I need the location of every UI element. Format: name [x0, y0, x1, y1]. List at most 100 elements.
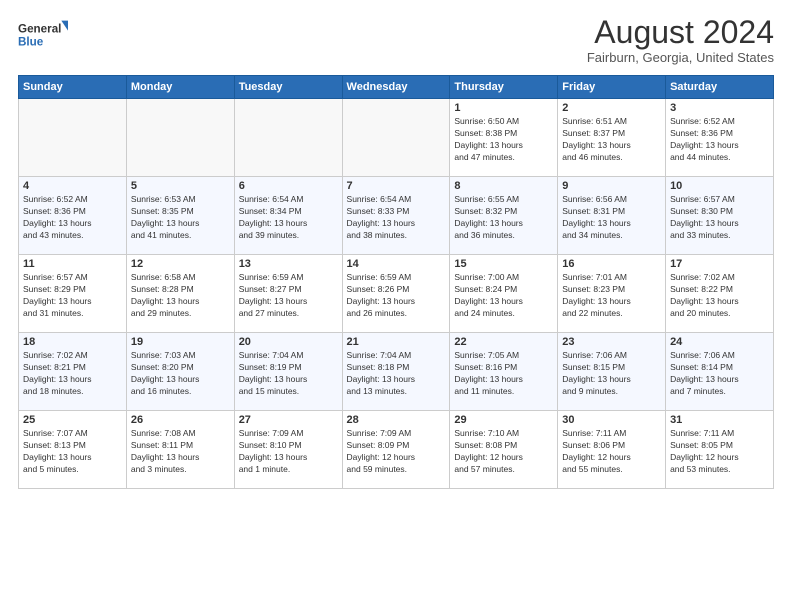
day-info: Sunrise: 7:07 AM Sunset: 8:13 PM Dayligh…: [23, 428, 122, 476]
day-number: 1: [454, 102, 553, 114]
table-row: 15Sunrise: 7:00 AM Sunset: 8:24 PM Dayli…: [450, 255, 558, 333]
table-row: 5Sunrise: 6:53 AM Sunset: 8:35 PM Daylig…: [126, 177, 234, 255]
day-info: Sunrise: 6:57 AM Sunset: 8:30 PM Dayligh…: [670, 194, 769, 242]
calendar-week-row: 1Sunrise: 6:50 AM Sunset: 8:38 PM Daylig…: [19, 99, 774, 177]
day-info: Sunrise: 6:54 AM Sunset: 8:34 PM Dayligh…: [239, 194, 338, 242]
day-info: Sunrise: 6:52 AM Sunset: 8:36 PM Dayligh…: [23, 194, 122, 242]
day-info: Sunrise: 7:06 AM Sunset: 8:14 PM Dayligh…: [670, 350, 769, 398]
day-number: 13: [239, 258, 338, 270]
day-info: Sunrise: 6:57 AM Sunset: 8:29 PM Dayligh…: [23, 272, 122, 320]
day-number: 8: [454, 180, 553, 192]
day-info: Sunrise: 7:01 AM Sunset: 8:23 PM Dayligh…: [562, 272, 661, 320]
table-row: 31 Sunrise: 7:11 AM Sunset: 8:05 PM Dayli…: [666, 411, 774, 489]
table-row: [234, 99, 342, 177]
calendar-header-row: Sunday Monday Tuesday Wednesday Thursday…: [19, 76, 774, 99]
table-row: [126, 99, 234, 177]
day-number: 2: [562, 102, 661, 114]
day-number: 14: [347, 258, 446, 270]
table-row: 3 Sunrise: 6:52 AM Sunset: 8:36 PM Daylig…: [666, 99, 774, 177]
table-row: 26 Sunrise: 7:08 AM Sunset: 8:11 PM Dayli…: [126, 411, 234, 489]
day-number: 17: [670, 258, 769, 270]
table-row: 24Sunrise: 7:06 AM Sunset: 8:14 PM Dayli…: [666, 333, 774, 411]
day-info: Sunrise: 6:59 AM Sunset: 8:26 PM Dayligh…: [347, 272, 446, 320]
day-info: Sunrise: 6:59 AM Sunset: 8:27 PM Dayligh…: [239, 272, 338, 320]
day-info: Sunrise: 7:11 AM Sunset: 8:05 PM Dayligh…: [670, 428, 769, 476]
day-number: 18: [23, 336, 122, 348]
day-number: 10: [670, 180, 769, 192]
day-info: Sunrise: 7:02 AM Sunset: 8:21 PM Dayligh…: [23, 350, 122, 398]
table-row: 8 Sunrise: 6:55 AM Sunset: 8:32 PM Daylig…: [450, 177, 558, 255]
main-title: August 2024: [587, 16, 774, 48]
table-row: [19, 99, 127, 177]
calendar: Sunday Monday Tuesday Wednesday Thursday…: [18, 75, 774, 489]
table-row: 27 Sunrise: 7:09 AM Sunset: 8:10 PM Dayli…: [234, 411, 342, 489]
calendar-week-row: 11 Sunrise: 6:57 AM Sunset: 8:29 PM Dayli…: [19, 255, 774, 333]
col-sunday: Sunday: [19, 76, 127, 99]
calendar-week-row: 18 Sunrise: 7:02 AM Sunset: 8:21 PM Dayli…: [19, 333, 774, 411]
col-saturday: Saturday: [666, 76, 774, 99]
table-row: 21 Sunrise: 7:04 AM Sunset: 8:18 PM Dayli…: [342, 333, 450, 411]
table-row: 19Sunrise: 7:03 AM Sunset: 8:20 PM Dayli…: [126, 333, 234, 411]
day-info: Sunrise: 7:02 AM Sunset: 8:22 PM Dayligh…: [670, 272, 769, 320]
col-friday: Friday: [558, 76, 666, 99]
day-number: 4: [23, 180, 122, 192]
table-row: 6Sunrise: 6:54 AM Sunset: 8:34 PM Daylig…: [234, 177, 342, 255]
table-row: 13 Sunrise: 6:59 AM Sunset: 8:27 PM Dayli…: [234, 255, 342, 333]
day-number: 29: [454, 414, 553, 426]
day-number: 15: [454, 258, 553, 270]
day-info: Sunrise: 7:06 AM Sunset: 8:15 PM Dayligh…: [562, 350, 661, 398]
day-info: Sunrise: 6:52 AM Sunset: 8:36 PM Dayligh…: [670, 116, 769, 164]
table-row: 1Sunrise: 6:50 AM Sunset: 8:38 PM Daylig…: [450, 99, 558, 177]
table-row: 30 Sunrise: 7:11 AM Sunset: 8:06 PM Dayli…: [558, 411, 666, 489]
day-number: 27: [239, 414, 338, 426]
day-number: 11: [23, 258, 122, 270]
day-number: 12: [131, 258, 230, 270]
page: General Blue August 2024 Fairburn, Georg…: [0, 0, 792, 612]
day-number: 22: [454, 336, 553, 348]
day-info: Sunrise: 7:09 AM Sunset: 8:09 PM Dayligh…: [347, 428, 446, 476]
day-number: 21: [347, 336, 446, 348]
table-row: 23 Sunrise: 7:06 AM Sunset: 8:15 PM Dayli…: [558, 333, 666, 411]
day-number: 31: [670, 414, 769, 426]
day-number: 7: [347, 180, 446, 192]
day-info: Sunrise: 7:11 AM Sunset: 8:06 PM Dayligh…: [562, 428, 661, 476]
day-number: 16: [562, 258, 661, 270]
calendar-week-row: 4 Sunrise: 6:52 AM Sunset: 8:36 PM Daylig…: [19, 177, 774, 255]
logo: General Blue: [18, 16, 68, 52]
table-row: 22 Sunrise: 7:05 AM Sunset: 8:16 PM Dayli…: [450, 333, 558, 411]
day-info: Sunrise: 6:51 AM Sunset: 8:37 PM Dayligh…: [562, 116, 661, 164]
table-row: 25Sunrise: 7:07 AM Sunset: 8:13 PM Dayli…: [19, 411, 127, 489]
table-row: 2 Sunrise: 6:51 AM Sunset: 8:37 PM Daylig…: [558, 99, 666, 177]
day-info: Sunrise: 6:55 AM Sunset: 8:32 PM Dayligh…: [454, 194, 553, 242]
day-info: Sunrise: 7:09 AM Sunset: 8:10 PM Dayligh…: [239, 428, 338, 476]
table-row: 14 Sunrise: 6:59 AM Sunset: 8:26 PM Dayli…: [342, 255, 450, 333]
table-row: [342, 99, 450, 177]
day-info: Sunrise: 7:04 AM Sunset: 8:18 PM Dayligh…: [347, 350, 446, 398]
table-row: 4 Sunrise: 6:52 AM Sunset: 8:36 PM Daylig…: [19, 177, 127, 255]
svg-text:Blue: Blue: [18, 36, 44, 49]
day-info: Sunrise: 6:54 AM Sunset: 8:33 PM Dayligh…: [347, 194, 446, 242]
table-row: 7 Sunrise: 6:54 AM Sunset: 8:33 PM Daylig…: [342, 177, 450, 255]
table-row: 10 Sunrise: 6:57 AM Sunset: 8:30 PM Dayli…: [666, 177, 774, 255]
day-info: Sunrise: 7:08 AM Sunset: 8:11 PM Dayligh…: [131, 428, 230, 476]
day-number: 19: [131, 336, 230, 348]
day-number: 30: [562, 414, 661, 426]
col-monday: Monday: [126, 76, 234, 99]
day-info: Sunrise: 7:10 AM Sunset: 8:08 PM Dayligh…: [454, 428, 553, 476]
day-info: Sunrise: 7:05 AM Sunset: 8:16 PM Dayligh…: [454, 350, 553, 398]
table-row: 12Sunrise: 6:58 AM Sunset: 8:28 PM Dayli…: [126, 255, 234, 333]
table-row: 29 Sunrise: 7:10 AM Sunset: 8:08 PM Dayli…: [450, 411, 558, 489]
day-number: 9: [562, 180, 661, 192]
col-tuesday: Tuesday: [234, 76, 342, 99]
calendar-body: 1Sunrise: 6:50 AM Sunset: 8:38 PM Daylig…: [19, 99, 774, 489]
table-row: 18 Sunrise: 7:02 AM Sunset: 8:21 PM Dayli…: [19, 333, 127, 411]
day-number: 23: [562, 336, 661, 348]
table-row: 28Sunrise: 7:09 AM Sunset: 8:09 PM Dayli…: [342, 411, 450, 489]
table-row: 17 Sunrise: 7:02 AM Sunset: 8:22 PM Dayli…: [666, 255, 774, 333]
day-number: 3: [670, 102, 769, 114]
table-row: 16 Sunrise: 7:01 AM Sunset: 8:23 PM Dayli…: [558, 255, 666, 333]
svg-text:General: General: [18, 22, 61, 35]
day-info: Sunrise: 7:04 AM Sunset: 8:19 PM Dayligh…: [239, 350, 338, 398]
table-row: 11 Sunrise: 6:57 AM Sunset: 8:29 PM Dayli…: [19, 255, 127, 333]
day-number: 26: [131, 414, 230, 426]
